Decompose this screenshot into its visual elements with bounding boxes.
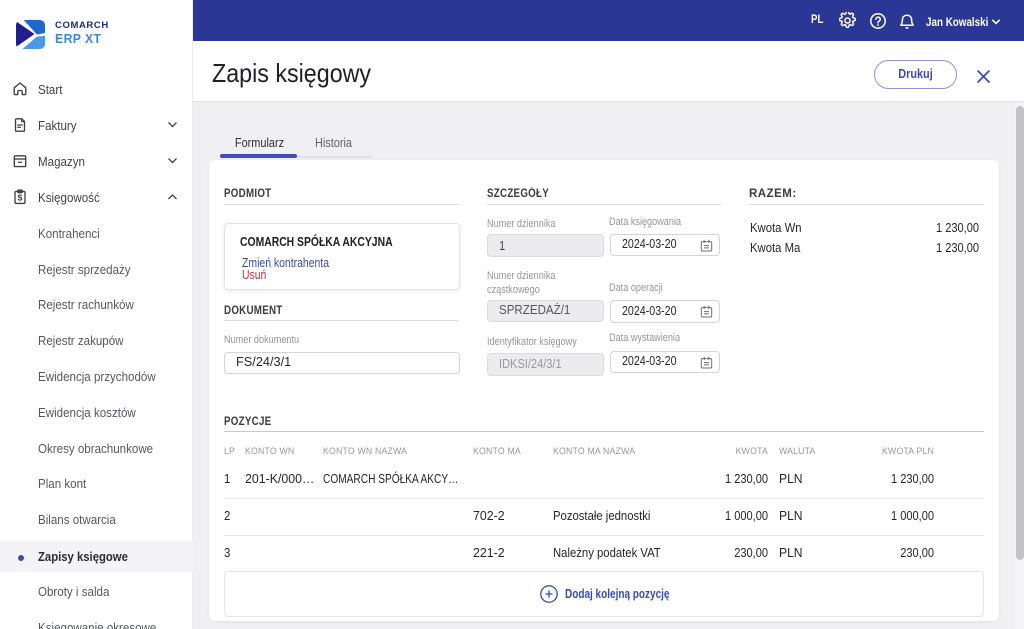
svg-text:$: $ (17, 193, 22, 203)
